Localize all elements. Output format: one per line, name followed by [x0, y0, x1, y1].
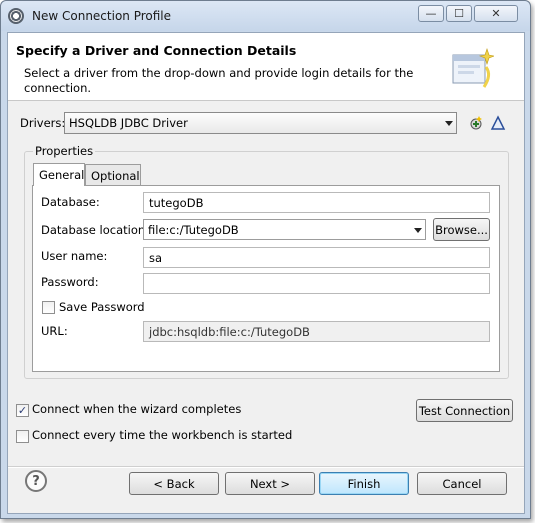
drivers-label: Drivers: [20, 116, 66, 130]
help-icon[interactable]: ? [25, 470, 47, 492]
footer-separator [8, 466, 524, 468]
browse-button[interactable]: Browse... [433, 218, 490, 241]
cancel-button[interactable]: Cancel [417, 472, 507, 495]
save-password-checkbox[interactable] [42, 301, 55, 314]
next-button[interactable]: Next > [225, 472, 315, 495]
back-button[interactable]: < Back [129, 472, 219, 495]
drivers-selected-value: HSQLDB JDBC Driver [69, 116, 188, 130]
database-field[interactable]: tutegoDB [143, 192, 490, 213]
properties-group: Properties General Optional Database: tu… [24, 144, 509, 379]
wizard-banner: Specify a Driver and Connection Details … [8, 33, 524, 101]
connect-every-time-checkbox[interactable] [16, 430, 29, 443]
chevron-down-icon [414, 228, 422, 233]
banner-title: Specify a Driver and Connection Details [16, 43, 297, 58]
user-name-label: User name: [41, 249, 108, 263]
tab-general[interactable]: General [33, 163, 85, 186]
url-label: URL: [41, 324, 68, 338]
database-location-value: file:c:/TutegoDB [148, 223, 239, 237]
connect-every-time-label: Connect every time the workbench is star… [32, 428, 293, 442]
test-connection-button[interactable]: Test Connection [416, 399, 513, 422]
minimize-button[interactable]: — [418, 5, 444, 22]
user-name-field[interactable]: sa [143, 247, 490, 268]
new-connection-wizard-icon [452, 48, 494, 88]
edit-driver-icon[interactable] [490, 115, 506, 131]
title-bar: New Connection Profile — ☐ ✕ [1, 1, 530, 31]
password-field[interactable] [143, 273, 490, 294]
new-driver-icon[interactable] [468, 115, 484, 131]
general-tab-panel: Database: tutegoDB Database location: fi… [32, 185, 500, 372]
connect-when-complete-checkbox[interactable]: ✓ [16, 404, 29, 417]
drivers-dropdown[interactable]: HSQLDB JDBC Driver [64, 112, 457, 134]
url-field: jdbc:hsqldb:file:c:/TutegoDB [143, 321, 490, 342]
window-title: New Connection Profile [32, 9, 172, 23]
maximize-button[interactable]: ☐ [446, 5, 472, 22]
new-connection-profile-window: New Connection Profile — ☐ ✕ Specify a D… [0, 0, 531, 519]
database-location-label: Database location: [41, 223, 150, 237]
connect-when-complete-label: Connect when the wizard completes [32, 402, 242, 416]
properties-group-title: Properties [33, 144, 96, 158]
finish-button[interactable]: Finish [319, 472, 409, 495]
dialog-client-area: Specify a Driver and Connection Details … [7, 32, 525, 514]
chevron-down-icon [445, 121, 453, 126]
save-password-label: Save Password [59, 300, 145, 314]
tab-optional[interactable]: Optional [85, 164, 141, 186]
banner-description: Select a driver from the drop-down and p… [24, 66, 414, 95]
eclipse-app-icon [8, 8, 24, 24]
database-location-dropdown[interactable]: file:c:/TutegoDB [143, 219, 426, 240]
close-button[interactable]: ✕ [474, 5, 518, 22]
database-label: Database: [41, 195, 100, 209]
password-label: Password: [41, 275, 99, 289]
